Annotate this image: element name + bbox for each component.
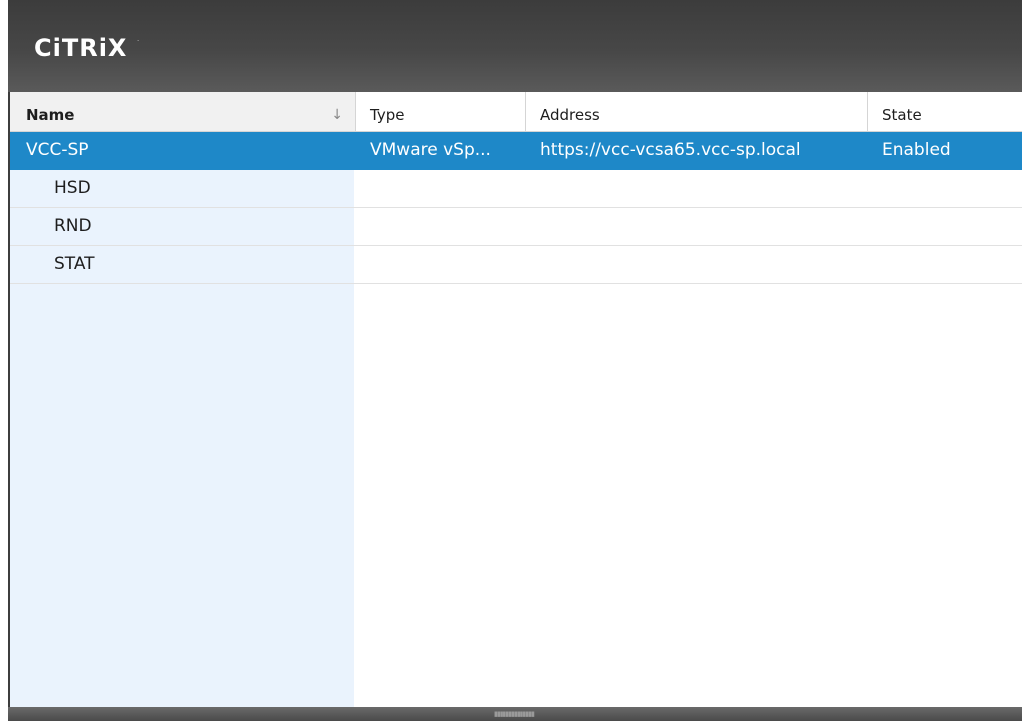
resize-grip-icon[interactable]: ▮▮▮▮▮▮▮▮▮▮▮▮▮▮ (494, 711, 535, 718)
column-header-row: Name ↓ Type Address State (10, 92, 1022, 132)
row-address: https://vcc-vcsa65.vcc-sp.local (540, 140, 801, 160)
hosting-grid: Name ↓ Type Address State VCC-SP VMware … (8, 92, 1022, 707)
row-name: HSD (54, 178, 91, 198)
row-state (882, 170, 1012, 207)
table-row-stat[interactable]: STAT (10, 246, 1022, 284)
app-window: CiTRiX · Name ↓ Type Address State VCC-S… (0, 0, 1022, 721)
row-type (370, 208, 520, 245)
row-name: VCC-SP (26, 140, 89, 160)
row-address (540, 246, 860, 283)
column-header-state-label: State (882, 106, 922, 124)
column-header-address[interactable]: Address (526, 92, 868, 131)
column-header-name[interactable]: Name ↓ (10, 92, 356, 131)
app-header: CiTRiX · (8, 0, 1022, 92)
row-address (540, 170, 860, 207)
column-header-name-label: Name (26, 106, 75, 124)
row-type: VMware vSp... (370, 140, 491, 160)
row-state (882, 246, 1012, 283)
table-row-rnd[interactable]: RND (10, 208, 1022, 246)
pane-splitter[interactable]: ▮▮▮▮▮▮▮▮▮▮▮▮▮▮ (8, 707, 1022, 721)
row-address (540, 208, 860, 245)
table-row-hsd[interactable]: HSD (10, 170, 1022, 208)
row-type (370, 170, 520, 207)
column-header-type-label: Type (370, 106, 405, 124)
logo-trademark: · (137, 37, 140, 45)
table-row-vcc-sp[interactable]: VCC-SP VMware vSp... https://vcc-vcsa65.… (10, 132, 1022, 170)
column-header-type[interactable]: Type (356, 92, 526, 131)
row-name: RND (54, 216, 92, 236)
row-state (882, 208, 1012, 245)
row-state: Enabled (882, 140, 951, 160)
row-type (370, 246, 520, 283)
row-name: STAT (54, 254, 95, 274)
column-header-address-label: Address (540, 106, 600, 124)
column-header-state[interactable]: State (868, 92, 1022, 131)
citrix-logo: CiTRiX (34, 34, 128, 62)
